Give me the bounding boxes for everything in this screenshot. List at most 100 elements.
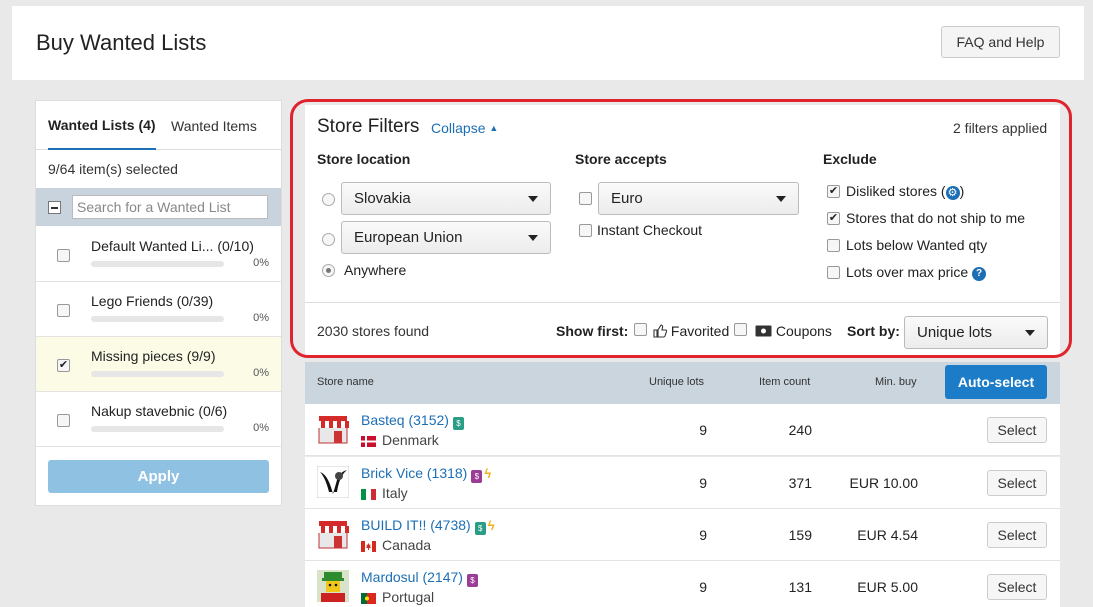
faq-help-button[interactable]: FAQ and Help xyxy=(941,26,1060,58)
table-row: Basteq (3152) $ Denmark 9 240 Select xyxy=(305,404,1060,456)
auto-select-button[interactable]: Auto-select xyxy=(945,365,1047,399)
select-store-button[interactable]: Select xyxy=(987,574,1047,600)
col-store-name: Store name xyxy=(317,376,374,388)
instant-checkout-label: Instant Checkout xyxy=(597,222,703,238)
col-unique-lots: Unique lots xyxy=(649,376,705,388)
gear-icon[interactable]: ⚙ xyxy=(945,186,960,200)
wanted-lists-panel: Wanted Lists (4) Wanted Items 9/64 item(… xyxy=(35,100,282,506)
list-item-name: Nakup stavebnic (0/6) xyxy=(91,403,228,419)
store-name: Mardosul (2147) xyxy=(361,569,463,585)
store-country: Italy xyxy=(382,485,408,501)
coupons-text: Coupons xyxy=(775,323,832,339)
apply-button[interactable]: Apply xyxy=(48,460,269,493)
favorited-text: Favorited xyxy=(670,323,730,339)
store-name: BUILD IT!! (4738) xyxy=(361,517,471,533)
store-filters-title: Store Filters xyxy=(317,116,420,137)
chevron-down-icon xyxy=(528,235,538,241)
unique-lots: 9 xyxy=(699,422,707,438)
select-store-button[interactable]: Select xyxy=(987,470,1047,496)
exclude-heading: Exclude xyxy=(823,151,877,167)
tab-wanted-items[interactable]: Wanted Items xyxy=(171,101,257,150)
item-count: 131 xyxy=(788,579,812,595)
store-location-heading: Store location xyxy=(317,151,411,167)
favorited-checkbox[interactable] xyxy=(634,323,647,336)
chevron-down-icon xyxy=(528,196,538,202)
help-icon[interactable]: ? xyxy=(972,267,987,281)
location-anywhere-label: Anywhere xyxy=(344,262,407,278)
instant-checkout-icon: ϟ xyxy=(487,518,495,533)
exclude-disliked-checkbox[interactable]: ✔ xyxy=(827,185,840,198)
exclude-over-price-checkbox[interactable] xyxy=(827,266,840,279)
currency-checkbox[interactable] xyxy=(579,192,592,205)
list-item[interactable]: Lego Friends (0/39) 0% xyxy=(36,282,281,337)
item-count: 371 xyxy=(788,475,812,491)
list-item-checkbox[interactable] xyxy=(57,249,70,262)
store-badge-icon: $ xyxy=(466,574,478,587)
tab-wanted-lists[interactable]: Wanted Lists (4) xyxy=(48,101,156,150)
list-item-checkbox[interactable]: ✔ xyxy=(57,359,70,372)
stores-found-count: 2030 stores found xyxy=(317,323,430,339)
unique-lots: 9 xyxy=(699,475,707,491)
location-anywhere-radio[interactable] xyxy=(322,264,335,277)
favorited-label: Favorited xyxy=(653,323,729,339)
list-item[interactable]: Default Wanted Li... (0/10) 0% xyxy=(36,227,281,282)
store-badge-icon: $ xyxy=(452,417,464,430)
sort-select[interactable]: Unique lots xyxy=(904,316,1048,349)
coupons-label: Coupons xyxy=(755,323,832,339)
store-badge-icon: $ xyxy=(474,522,486,535)
caret-up-icon: ▲ xyxy=(489,123,499,133)
location-country-radio[interactable] xyxy=(322,193,335,206)
store-accepts-heading: Store accepts xyxy=(575,151,667,167)
list-item-percent: 0% xyxy=(253,422,269,434)
list-item[interactable]: ✔ Missing pieces (9/9) 0% xyxy=(36,337,281,392)
region-select-value: European Union xyxy=(354,229,463,246)
store-name: Basteq (3152) xyxy=(361,412,449,428)
currency-select-value: Euro xyxy=(611,190,643,207)
store-link[interactable]: BUILD IT!! (4738) $ ϟ xyxy=(361,517,495,535)
coupons-checkbox[interactable] xyxy=(734,323,747,336)
list-item-name: Lego Friends (0/39) xyxy=(91,293,214,309)
store-country: Portugal xyxy=(382,589,435,605)
table-row: Mardosul (2147) $ Portugal 9 131 EUR 5.00… xyxy=(305,561,1060,607)
min-buy: EUR 10.00 xyxy=(849,475,918,491)
list-item-checkbox[interactable] xyxy=(57,304,70,317)
wanted-list-search-input[interactable] xyxy=(72,195,268,219)
exclude-no-ship-checkbox[interactable]: ✔ xyxy=(827,212,840,225)
sort-by-label: Sort by: xyxy=(847,323,900,339)
list-item-progress-bar xyxy=(91,426,224,432)
canada-flag-icon xyxy=(361,539,376,552)
location-region-radio[interactable] xyxy=(322,233,335,246)
instant-checkout-icon: ϟ xyxy=(484,466,492,481)
instant-checkout-checkbox[interactable] xyxy=(579,224,592,237)
page-title: Buy Wanted Lists xyxy=(36,30,207,55)
store-country: Denmark xyxy=(382,432,439,448)
list-item[interactable]: Nakup stavebnic (0/6) 0% xyxy=(36,392,281,447)
deselect-all-checkbox[interactable] xyxy=(48,201,61,214)
store-link[interactable]: Mardosul (2147) $ xyxy=(361,569,478,587)
store-table-header: Store name Unique lots Item count Min. b… xyxy=(305,362,1060,404)
min-buy: EUR 5.00 xyxy=(857,579,918,595)
table-row: Brick Vice (1318) $ ϟ Italy 9 371 EUR 10.0… xyxy=(305,457,1060,509)
region-select[interactable]: European Union xyxy=(341,221,551,254)
exclude-over-price-label: Lots over max price ? xyxy=(846,264,987,281)
country-select[interactable]: Slovakia xyxy=(341,182,551,215)
list-item-name: Missing pieces (9/9) xyxy=(91,348,216,364)
store-link[interactable]: Basteq (3152) $ xyxy=(361,412,464,430)
store-link[interactable]: Brick Vice (1318) $ ϟ xyxy=(361,465,491,483)
item-count: 240 xyxy=(788,422,812,438)
collapse-link[interactable]: Collapse ▲ xyxy=(431,120,498,136)
exclude-below-qty-checkbox[interactable] xyxy=(827,239,840,252)
panel-tabs: Wanted Lists (4) Wanted Items xyxy=(36,101,281,150)
select-store-button[interactable]: Select xyxy=(987,417,1047,443)
unique-lots: 9 xyxy=(699,527,707,543)
min-buy: EUR 4.54 xyxy=(857,527,918,543)
list-item-percent: 0% xyxy=(253,367,269,379)
store-avatar xyxy=(317,570,349,602)
store-avatar xyxy=(317,518,349,550)
list-item-checkbox[interactable] xyxy=(57,414,70,427)
exclude-disliked-label: Disliked stores (⚙) xyxy=(846,183,964,200)
unique-lots: 9 xyxy=(699,579,707,595)
select-store-button[interactable]: Select xyxy=(987,522,1047,548)
currency-select[interactable]: Euro xyxy=(598,182,799,215)
chevron-down-icon xyxy=(1025,330,1035,336)
